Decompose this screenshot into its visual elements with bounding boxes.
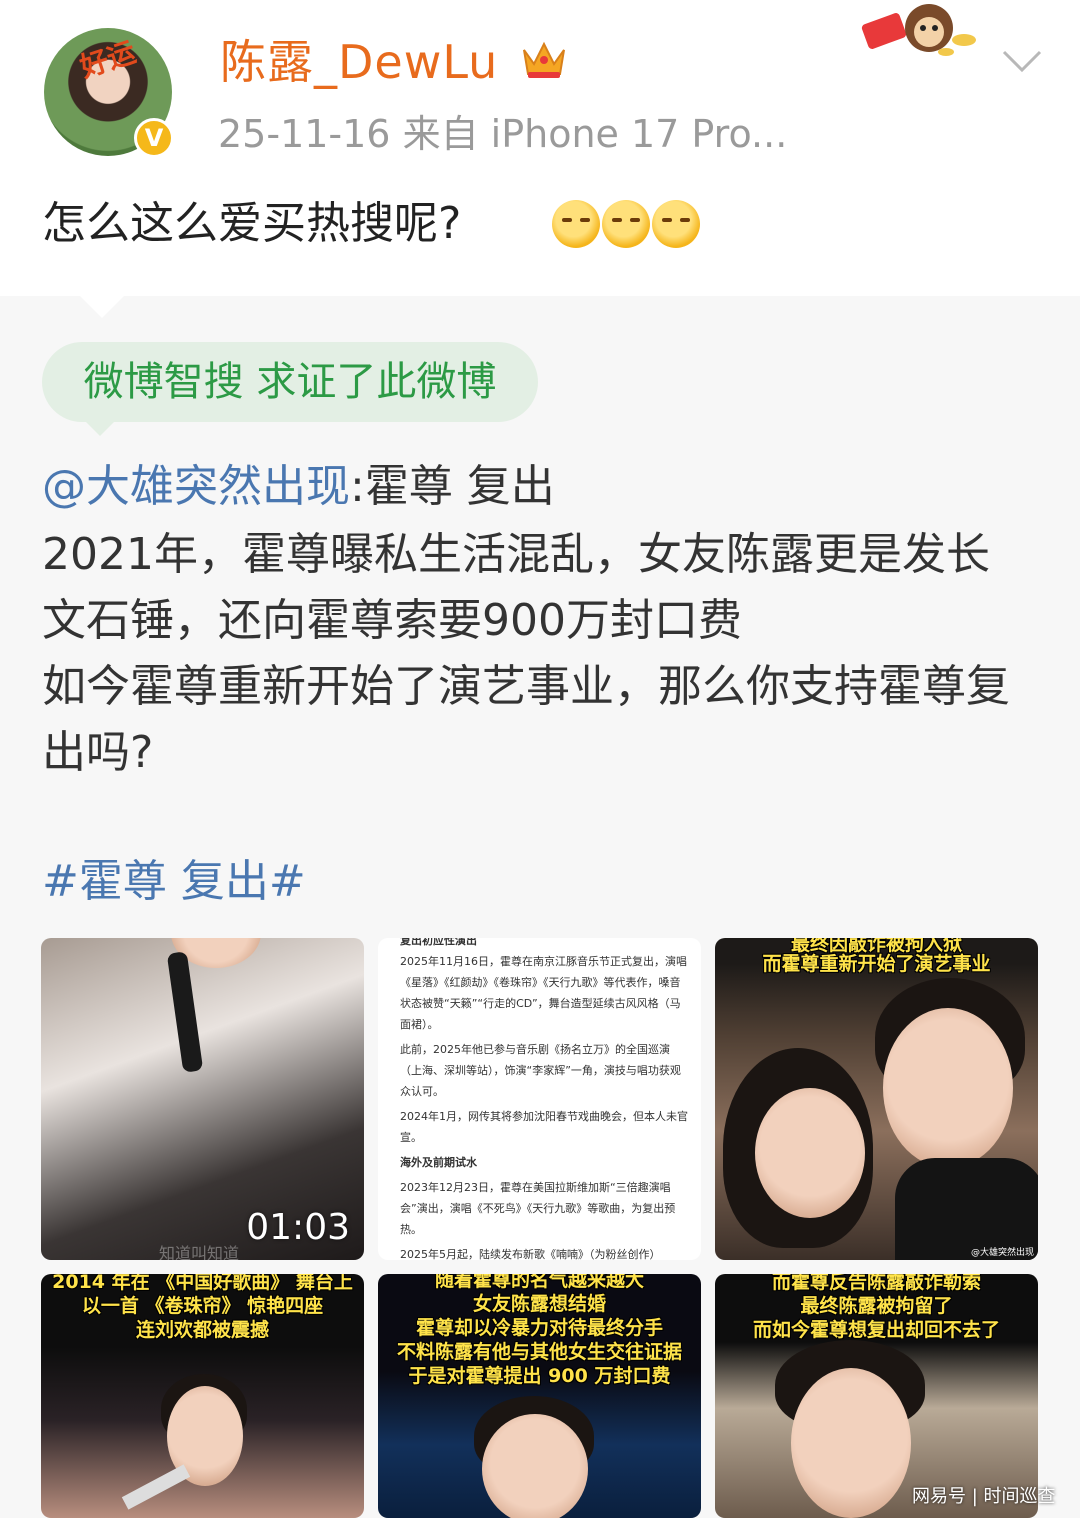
- person-face: [791, 1368, 911, 1518]
- post-text: 怎么这么爱买热搜呢?: [42, 198, 462, 249]
- emoji-group: [552, 200, 700, 248]
- hashtag-link[interactable]: #霍尊 复出#: [42, 852, 306, 912]
- image-caption: 随着霍尊的名气越来越大 女友陈露想结婚 霍尊却以冷暴力对待最终分手 不料陈露有他…: [396, 1274, 682, 1387]
- microphone-icon: [166, 951, 204, 1073]
- document-text: 复出初应性演出 2025年11月16日，霍尊在南京江豚音乐节正式复出，演唱《星落…: [400, 938, 690, 1260]
- chevron-down-icon[interactable]: [1000, 40, 1044, 80]
- post-card: 好运 V 陈露_DewLu 25-11-16 来自 iPhone 17 Pro.…: [0, 0, 1080, 296]
- microphone-stand-icon: [121, 1464, 191, 1510]
- person-face: [755, 1088, 865, 1218]
- image-watermark: 知道叫知道: [159, 1244, 240, 1260]
- thinking-emoji-icon: [602, 200, 650, 248]
- repost-body-text: 2021年，霍尊曝私生活混乱，女友陈露更是发长文石锤，还向霍尊索要900万封口费…: [42, 529, 1010, 778]
- video-duration: 01:03: [246, 1207, 350, 1248]
- post-meta: 25-11-16 来自 iPhone 17 Pro...: [218, 112, 788, 156]
- thinking-emoji-icon: [652, 200, 700, 248]
- image-grid: 01:03 知道叫知道 复出初应性演出 2025年11月16日，霍尊在南京江豚音…: [41, 938, 1039, 1518]
- thinking-emoji-icon: [552, 200, 600, 248]
- image-caption: 而霍尊重新开始了演艺事业: [762, 953, 991, 975]
- source-watermark: 网易号 | 时间巡查: [912, 1486, 1056, 1507]
- person-face: [482, 1414, 588, 1518]
- verified-icon: V: [134, 118, 174, 158]
- festive-monkey-decoration: [834, 0, 984, 70]
- doc-line: 2024年1月，网传其将参加沈阳春节戏曲晚会，但本人未官宣。: [400, 1110, 688, 1144]
- username[interactable]: 陈露_DewLu: [220, 32, 498, 92]
- person-face: [883, 1008, 1013, 1168]
- doc-line: 复出初应性演出: [400, 938, 477, 947]
- mention-link[interactable]: @大雄突然出现: [42, 461, 350, 512]
- image-watermark: @大雄突然出现: [970, 1248, 1034, 1258]
- image-thumb-stage-2[interactable]: 随着霍尊的名气越来越大 女友陈露想结婚 霍尊却以冷暴力对待最终分手 不料陈露有他…: [378, 1274, 701, 1518]
- image-thumb-video[interactable]: 01:03 知道叫知道: [41, 938, 364, 1260]
- image-thumb-stage[interactable]: 2014 年在 《中国好歌曲》 舞台上 以一首 《卷珠帘》 惊艳四座 连刘欢都被…: [41, 1274, 364, 1518]
- doc-line: 2025年11月16日，霍尊在南京江豚音乐节正式复出，演唱《星落》《红颜劫》《卷…: [400, 955, 687, 1031]
- repost-body: 2021年，霍尊曝私生活混乱，女友陈露更是发长文石锤，还向霍尊索要900万封口费…: [42, 522, 1032, 786]
- image-thumb-document[interactable]: 复出初应性演出 2025年11月16日，霍尊在南京江豚音乐节正式复出，演唱《星落…: [378, 938, 701, 1260]
- repost-title: @大雄突然出现:霍尊 复出: [42, 456, 555, 518]
- image-caption: 2014 年在 《中国好歌曲》 舞台上 以一首 《卷珠帘》 惊艳四座 连刘欢都被…: [52, 1274, 353, 1341]
- repost-topic: :霍尊 复出: [350, 461, 555, 512]
- repost-pointer: [80, 296, 124, 318]
- crown-icon: [520, 36, 568, 82]
- doc-line: 此前，2025年他已参与音乐剧《扬名立万》的全国巡演（上海、深圳等站），饰演“李…: [400, 1043, 681, 1098]
- doc-line: 海外及前期试水: [400, 1156, 477, 1169]
- doc-line: 2023年12月23日，霍尊在美国拉斯维加斯“三倍趣演唱会”演出，演唱《不死鸟》…: [400, 1181, 676, 1236]
- smart-search-pointer: [84, 420, 116, 436]
- avatar-badge: 好运: [76, 35, 140, 85]
- smart-search-button[interactable]: 微博智搜 求证了此微博: [42, 342, 538, 422]
- image-caption: 而霍尊反告陈露敲诈勒索 最终陈露被拘留了 而如今霍尊想复出却回不去了: [752, 1274, 1000, 1341]
- image-thumb-couple[interactable]: 最终因敲诈被拘入狱 而霍尊重新开始了演艺事业 @大雄突然出现: [715, 938, 1038, 1260]
- doc-line: 2025年5月起，陆续发布新歌《喃喃》（为粉丝创作）: [400, 1248, 661, 1260]
- image-thumb-portrait[interactable]: 而霍尊反告陈露敲诈勒索 最终陈露被拘留了 而如今霍尊想复出却回不去了: [715, 1274, 1038, 1518]
